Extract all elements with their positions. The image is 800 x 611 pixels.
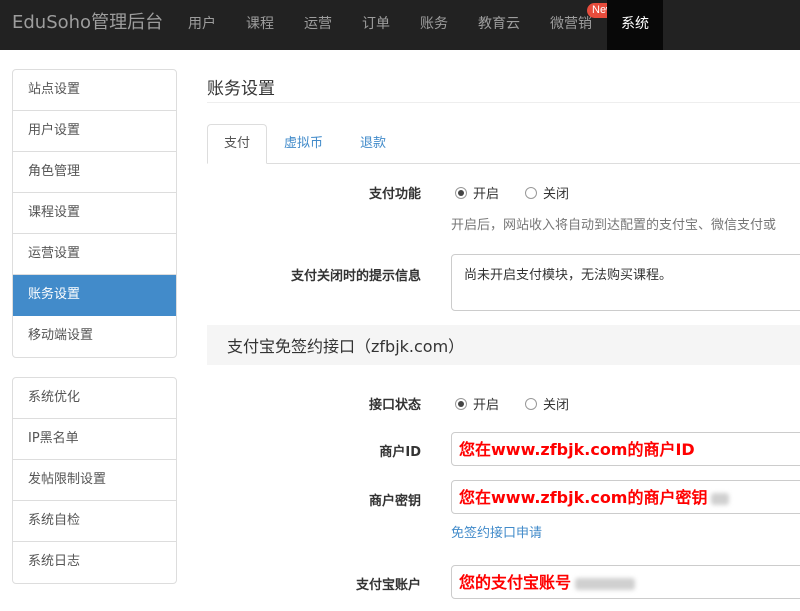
radio-unchecked-icon bbox=[525, 397, 537, 410]
alipay-section-title: 支付宝免签约接口（zfbjk.com） bbox=[227, 337, 465, 356]
alipay-account-input[interactable]: 您的支付宝账号 bbox=[451, 565, 800, 599]
nav-micro-marketing[interactable]: 微营销 bbox=[550, 0, 592, 50]
alipay-account-value: 您的支付宝账号 bbox=[459, 573, 572, 592]
interface-off-label: 关闭 bbox=[543, 398, 570, 413]
tab-refund[interactable]: 退款 bbox=[344, 124, 402, 164]
interface-off-radio[interactable]: 关闭 bbox=[525, 394, 569, 413]
redacted-blur bbox=[575, 577, 636, 590]
sidebar-item-system-log[interactable]: 系统日志 bbox=[13, 542, 176, 583]
nav-courses[interactable]: 课程 bbox=[246, 0, 274, 50]
sidebar-item-site-settings[interactable]: 站点设置 bbox=[13, 70, 176, 111]
radio-checked-icon bbox=[455, 186, 467, 199]
closed-message-label: 支付关闭时的提示信息 bbox=[290, 269, 421, 284]
merchant-key-value: 您在www.zfbjk.com的商户密钥 bbox=[459, 488, 708, 507]
sidebar-item-finance-settings[interactable]: 账务设置 bbox=[13, 275, 176, 316]
sidebar-item-post-limit[interactable]: 发帖限制设置 bbox=[13, 460, 176, 501]
nav-operations[interactable]: 运营 bbox=[304, 0, 332, 50]
payment-on-radio[interactable]: 开启 bbox=[455, 183, 499, 202]
closed-message-textarea[interactable]: 尚未开启支付模块，无法购买课程。 bbox=[451, 254, 800, 311]
interface-on-radio[interactable]: 开启 bbox=[455, 394, 499, 413]
alipay-section-header: 支付宝免签约接口（zfbjk.com） bbox=[207, 325, 800, 365]
redacted-blur bbox=[711, 492, 730, 505]
title-divider bbox=[207, 102, 800, 103]
payment-off-label: 关闭 bbox=[543, 187, 570, 202]
payment-help-text: 开启后，网站收入将自动到达配置的支付宝、微信支付或 bbox=[451, 218, 777, 233]
merchant-id-input[interactable]: 您在www.zfbjk.com的商户ID bbox=[451, 432, 800, 466]
nav-finance[interactable]: 账务 bbox=[420, 0, 448, 50]
merchant-key-label: 商户密钥 bbox=[368, 494, 421, 509]
alipay-account-label: 支付宝账户 bbox=[355, 578, 421, 593]
radio-unchecked-icon bbox=[525, 186, 537, 199]
interface-status-label: 接口状态 bbox=[368, 398, 421, 413]
tab-virtual-coin[interactable]: 虚拟币 bbox=[268, 124, 339, 164]
sidebar-group-system: 系统优化 IP黑名单 发帖限制设置 系统自检 系统日志 bbox=[12, 377, 177, 584]
nav-orders[interactable]: 订单 bbox=[362, 0, 390, 50]
merchant-id-value: 您在www.zfbjk.com的商户ID bbox=[459, 440, 695, 459]
tab-payment[interactable]: 支付 bbox=[207, 124, 268, 164]
merchant-key-input[interactable]: 您在www.zfbjk.com的商户密钥 bbox=[451, 480, 800, 514]
apply-interface-link[interactable]: 免签约接口申请 bbox=[451, 522, 542, 541]
sidebar-item-user-settings[interactable]: 用户设置 bbox=[13, 111, 176, 152]
sidebar-item-ip-blacklist[interactable]: IP黑名单 bbox=[13, 419, 176, 460]
page-title: 账务设置 bbox=[207, 79, 275, 99]
sidebar-item-mobile-settings[interactable]: 移动端设置 bbox=[13, 316, 176, 357]
top-navbar: EduSoho管理后台 用户 课程 运营 订单 账务 教育云 微营销 New 系… bbox=[0, 0, 800, 50]
nav-system[interactable]: 系统 bbox=[607, 0, 663, 50]
sidebar-item-system-optimize[interactable]: 系统优化 bbox=[13, 378, 176, 419]
payment-function-label: 支付功能 bbox=[368, 187, 421, 202]
payment-on-label: 开启 bbox=[473, 187, 500, 202]
payment-off-radio[interactable]: 关闭 bbox=[525, 183, 569, 202]
sidebar-item-course-settings[interactable]: 课程设置 bbox=[13, 193, 176, 234]
sidebar-item-operation-settings[interactable]: 运营设置 bbox=[13, 234, 176, 275]
merchant-id-label: 商户ID bbox=[379, 445, 421, 460]
sidebar-item-role-management[interactable]: 角色管理 bbox=[13, 152, 176, 193]
sidebar-item-system-check[interactable]: 系统自检 bbox=[13, 501, 176, 542]
radio-checked-icon bbox=[455, 397, 467, 410]
nav-edu-cloud[interactable]: 教育云 bbox=[478, 0, 520, 50]
sidebar-group-settings: 站点设置 用户设置 角色管理 课程设置 运营设置 账务设置 移动端设置 bbox=[12, 69, 177, 358]
brand-logo[interactable]: EduSoho管理后台 bbox=[12, 11, 163, 35]
interface-on-label: 开启 bbox=[473, 398, 500, 413]
nav-users[interactable]: 用户 bbox=[188, 0, 216, 50]
